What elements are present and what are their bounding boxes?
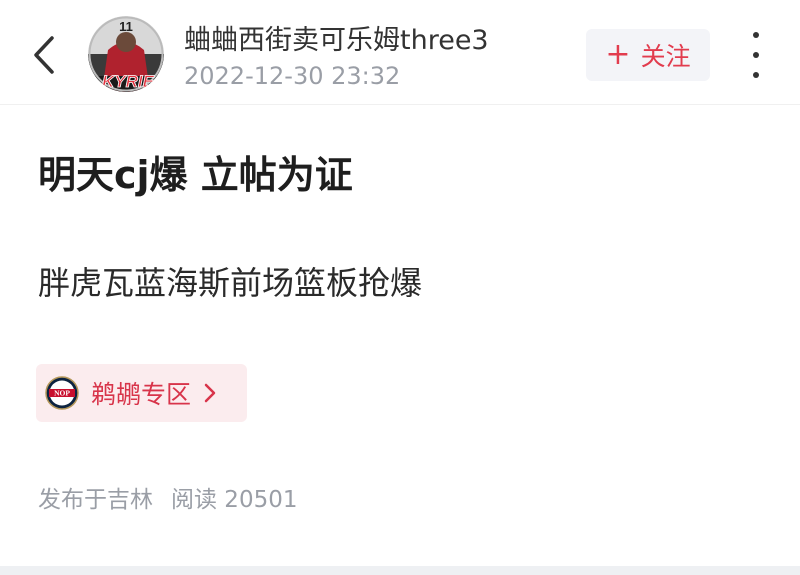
zone-label: 鹈鹕专区	[91, 380, 192, 409]
avatar-image: 11 KYRIE	[88, 16, 164, 92]
avatar-number: 11	[119, 19, 133, 34]
post-header: 11 KYRIE 蛐蛐西街卖可乐姆three3 2022-12-30 23:32…	[0, 0, 800, 105]
plus-icon: +	[605, 37, 631, 72]
chevron-right-icon	[204, 383, 216, 403]
avatar[interactable]: 11 KYRIE	[88, 16, 164, 92]
follow-label: 关注	[640, 42, 691, 71]
more-vertical-icon	[753, 32, 759, 38]
post-title: 明天cj爆 立帖为证	[38, 153, 353, 197]
section-divider	[0, 566, 800, 575]
pelicans-logo-icon: NOP	[45, 376, 79, 410]
post-location: 发布于吉林	[38, 487, 153, 513]
post-meta: 发布于吉林 阅读 20501	[38, 480, 297, 514]
read-count: 阅读 20501	[171, 487, 298, 513]
post-body: 胖虎瓦蓝海斯前场篮板抢爆	[38, 264, 423, 302]
username[interactable]: 蛐蛐西街卖可乐姆three3	[184, 18, 489, 57]
zone-tag-button[interactable]: NOP 鹈鹕专区	[36, 364, 247, 422]
zone-logo-text: NOP	[54, 389, 70, 398]
back-button[interactable]	[30, 34, 60, 76]
follow-button[interactable]: + 关注	[586, 29, 710, 81]
more-button[interactable]	[744, 32, 768, 78]
chevron-left-icon	[34, 36, 54, 74]
avatar-text: KYRIE	[102, 72, 155, 91]
post-timestamp: 2022-12-30 23:32	[184, 62, 401, 90]
